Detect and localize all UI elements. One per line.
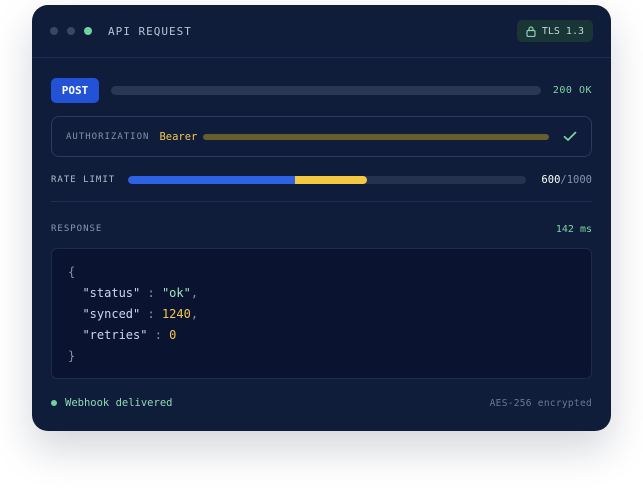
json-separator: : — [140, 286, 162, 300]
window-dot-close[interactable] — [50, 27, 58, 35]
json-separator: : — [147, 328, 170, 342]
authorization-field[interactable]: AUTHORIZATION Bearer — [51, 116, 592, 157]
json-line-synced: "synced" : 1240, — [68, 304, 575, 325]
json-value: "ok" — [161, 286, 191, 300]
method-button[interactable]: POST — [51, 77, 99, 103]
json-open-brace: { — [68, 265, 76, 279]
rate-limit-used: 600 — [541, 173, 561, 186]
rate-limit-count: 600/1000 — [541, 174, 592, 186]
tls-badge: TLS 1.3 — [516, 20, 593, 42]
check-icon — [563, 131, 577, 141]
response-label: RESPONSE — [51, 224, 103, 234]
footer: Webhook delivered AES-256 encrypted — [51, 396, 592, 410]
json-line-retries: "retries" : 0 — [68, 325, 575, 346]
rate-limit-row: RATE LIMIT 600/1000 — [51, 171, 592, 188]
json-key: "synced" — [82, 307, 141, 321]
section-divider — [51, 201, 592, 202]
masked-token-bar — [203, 133, 549, 140]
rate-limit-fill-blue — [128, 175, 296, 184]
json-value: 0 — [169, 328, 177, 342]
window-titlebar: API REQUEST TLS 1.3 — [32, 5, 611, 58]
rate-limit-bar — [128, 175, 526, 184]
window-dot-minimize[interactable] — [67, 27, 75, 35]
encryption-note: AES-256 encrypted — [489, 397, 592, 409]
request-row: POST 200 OK — [51, 77, 592, 103]
json-value: 1240 — [161, 307, 191, 321]
json-separator: : — [140, 307, 162, 321]
response-time: 142 ms — [555, 223, 592, 235]
json-line-status: "status" : "ok", — [68, 283, 575, 304]
api-request-card: API REQUEST TLS 1.3 POST 200 OK AUTHORIZ… — [32, 5, 611, 431]
response-body: { "status" : "ok", "synced" : 1240, "ret… — [51, 248, 592, 379]
status-dot — [51, 400, 57, 406]
json-comma: , — [190, 286, 199, 300]
tls-badge-label: TLS 1.3 — [541, 25, 584, 37]
window-title: API REQUEST — [108, 24, 192, 38]
webhook-status: Webhook delivered — [65, 397, 173, 409]
authorization-scheme: Bearer — [159, 130, 198, 143]
json-key: "retries" — [82, 328, 148, 342]
lock-icon — [526, 25, 536, 37]
json-close-brace: } — [68, 349, 76, 363]
response-header: RESPONSE 142 ms — [51, 222, 592, 236]
json-comma: , — [190, 307, 199, 321]
authorization-label: AUTHORIZATION — [66, 131, 150, 142]
window-dot-maximize[interactable] — [84, 27, 92, 35]
rate-limit-label: RATE LIMIT — [51, 174, 116, 185]
json-key: "status" — [82, 286, 141, 300]
request-progress-track — [111, 85, 541, 95]
rate-limit-fill-yellow — [295, 175, 367, 184]
status-code: 200 OK — [552, 84, 592, 96]
rate-limit-total: /1000 — [560, 173, 592, 186]
